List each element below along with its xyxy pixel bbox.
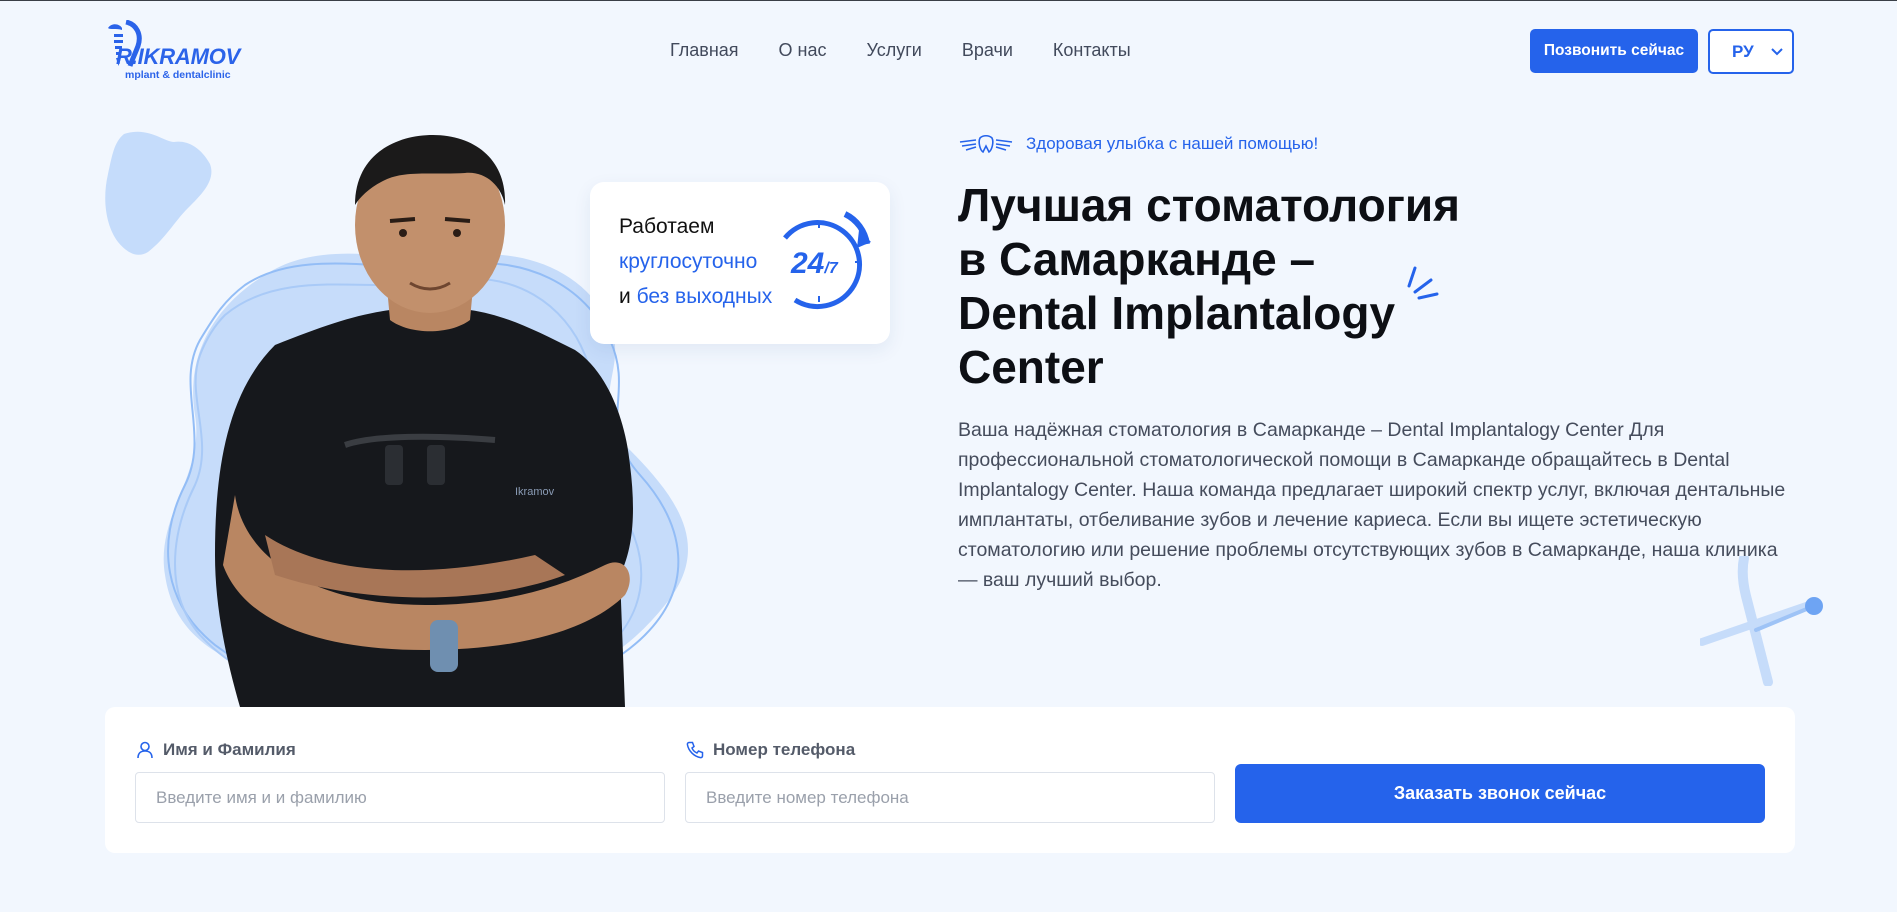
hero-title-line3: Dental Implantalogy bbox=[958, 287, 1396, 339]
hours-badge: Работаем круглосуточно и без выходных 24… bbox=[590, 182, 890, 344]
hero-tagline: Здоровая улыбка с нашей помощью! bbox=[958, 134, 1318, 154]
nav-about[interactable]: О нас bbox=[779, 40, 827, 61]
phone-icon bbox=[686, 741, 704, 759]
clinic-logo[interactable]: R.IKRAMOV mplant & dentalclinic bbox=[102, 20, 287, 84]
badge-line3-highlight: без выходных bbox=[636, 285, 773, 308]
phone-input[interactable] bbox=[685, 772, 1215, 823]
doctor-photo: Ikramov bbox=[215, 135, 633, 707]
language-select[interactable]: РУ bbox=[1708, 29, 1794, 74]
hero-title-line1: Лучшая стоматология bbox=[958, 179, 1460, 231]
hero-tagline-text: Здоровая улыбка с нашей помощью! bbox=[1026, 134, 1319, 153]
dental-probe-decoration-icon bbox=[1700, 556, 1823, 686]
hero-title-line2: в Самарканде – bbox=[958, 233, 1316, 285]
order-callback-button[interactable]: Заказать звонок сейчас bbox=[1235, 764, 1765, 823]
badge-24-7: 24/7 bbox=[791, 247, 838, 281]
badge-line1: Работаем bbox=[619, 215, 715, 238]
user-icon bbox=[137, 741, 153, 759]
sparkle-decoration-icon bbox=[1407, 266, 1439, 300]
logo-wordmark: R.IKRAMOV bbox=[116, 44, 241, 69]
nav-contacts[interactable]: Контакты bbox=[1053, 40, 1131, 61]
badge-num-main: 24 bbox=[791, 247, 825, 280]
nav-doctors[interactable]: Врачи bbox=[962, 40, 1013, 61]
badge-line3: и без выходных bbox=[619, 285, 772, 309]
svg-text:Ikramov: Ikramov bbox=[515, 486, 555, 498]
hero-description: Ваша надёжная стоматология в Самарканде … bbox=[958, 419, 1786, 591]
language-value: РУ bbox=[1732, 41, 1754, 61]
logo-tagline: mplant & dentalclinic bbox=[125, 69, 231, 81]
window-top-border bbox=[0, 0, 1897, 1]
name-label-text: Имя и Фамилия bbox=[163, 740, 296, 759]
main-nav: Главная О нас Услуги Врачи Контакты bbox=[670, 40, 1171, 61]
winged-tooth-icon bbox=[959, 134, 1013, 154]
name-field-label: Имя и Фамилия bbox=[136, 740, 296, 760]
badge-line2: круглосуточно bbox=[619, 250, 758, 273]
phone-label-text: Номер телефона bbox=[713, 740, 856, 759]
name-input[interactable] bbox=[135, 772, 665, 823]
badge-num-sub: /7 bbox=[824, 260, 838, 277]
badge-line3-prefix: и bbox=[619, 285, 637, 308]
chevron-down-icon bbox=[1771, 48, 1783, 56]
call-now-button[interactable]: Позвонить сейчас bbox=[1530, 29, 1698, 73]
nav-services[interactable]: Услуги bbox=[866, 40, 921, 61]
tooth-decoration-icon bbox=[105, 131, 212, 255]
phone-field-label: Номер телефона bbox=[686, 740, 855, 760]
hero-title-line4: Center bbox=[958, 341, 1104, 393]
nav-home[interactable]: Главная bbox=[670, 40, 739, 61]
